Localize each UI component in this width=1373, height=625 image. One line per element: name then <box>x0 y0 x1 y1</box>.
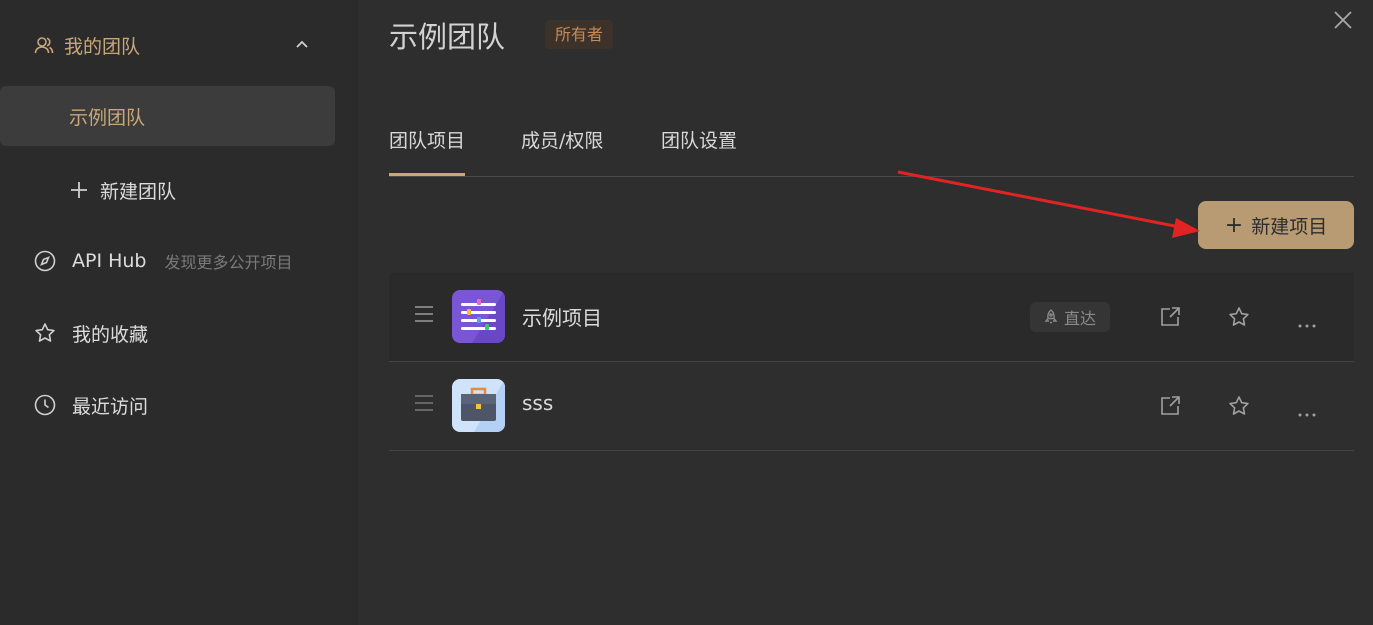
favorites-label: 我的收藏 <box>72 323 149 346</box>
project-list: 示例项目 直达 sss <box>389 273 1354 451</box>
sidebar-item-recent[interactable]: 最近访问 <box>34 389 148 421</box>
compass-icon <box>34 250 56 272</box>
rocket-icon <box>1044 309 1058 325</box>
new-team-button[interactable]: 新建团队 <box>70 174 176 206</box>
main-panel: 示例团队 所有者 团队项目 成员/权限 团队设置 + 新建项目 示例项目 直达 … <box>358 0 1373 625</box>
project-row[interactable]: sss <box>389 362 1354 451</box>
direct-access-label: 直达 <box>1063 309 1096 328</box>
project-row[interactable]: 示例项目 直达 <box>389 273 1354 362</box>
open-external-icon[interactable] <box>1159 395 1181 421</box>
open-external-icon[interactable] <box>1159 306 1181 332</box>
page-title: 示例团队 <box>389 20 506 54</box>
api-hub-label: API Hub <box>72 250 147 272</box>
more-options-icon[interactable] <box>1297 403 1317 422</box>
plus-icon <box>70 181 88 199</box>
sidebar-item-api-hub[interactable]: API Hub 发现更多公开项目 <box>34 245 293 277</box>
star-icon[interactable] <box>1228 395 1250 421</box>
project-name[interactable]: sss <box>522 391 553 415</box>
my-teams-header[interactable]: 我的团队 <box>34 28 324 62</box>
plus-icon: + <box>1224 212 1244 238</box>
drag-handle-icon[interactable] <box>414 305 434 327</box>
project-name[interactable]: 示例项目 <box>522 302 602 331</box>
more-options-icon[interactable] <box>1297 314 1317 333</box>
tab-members-permissions[interactable]: 成员/权限 <box>521 126 603 153</box>
my-teams-label: 我的团队 <box>64 35 141 58</box>
sidebar: 我的团队 示例团队 新建团队 API Hub 发现更多公开项目 我的收藏 最近访… <box>0 0 358 625</box>
star-icon[interactable] <box>1228 306 1250 332</box>
sidebar-item-label: 示例团队 <box>69 107 146 129</box>
new-project-button[interactable]: + 新建项目 <box>1198 201 1354 249</box>
direct-access-badge[interactable]: 直达 <box>1030 302 1110 332</box>
project-avatar-icon <box>452 290 505 343</box>
sidebar-item-example-team[interactable]: 示例团队 <box>0 86 335 146</box>
drag-handle-icon[interactable] <box>414 394 434 416</box>
owner-badge: 所有者 <box>545 20 614 49</box>
tab-bar: 团队项目 成员/权限 团队设置 <box>389 122 1354 177</box>
api-hub-description: 发现更多公开项目 <box>164 253 293 272</box>
clock-icon <box>34 394 56 416</box>
tab-team-projects[interactable]: 团队项目 <box>389 126 466 176</box>
new-team-label: 新建团队 <box>100 180 177 203</box>
project-avatar-icon <box>452 379 505 432</box>
star-icon <box>34 322 56 344</box>
close-icon[interactable] <box>1333 10 1353 34</box>
recent-label: 最近访问 <box>72 395 149 418</box>
sidebar-item-favorites[interactable]: 我的收藏 <box>34 317 148 349</box>
new-project-label: 新建项目 <box>1251 215 1328 238</box>
chevron-up-icon[interactable] <box>294 36 310 52</box>
team-icon <box>34 35 54 55</box>
tab-team-settings[interactable]: 团队设置 <box>661 126 737 153</box>
